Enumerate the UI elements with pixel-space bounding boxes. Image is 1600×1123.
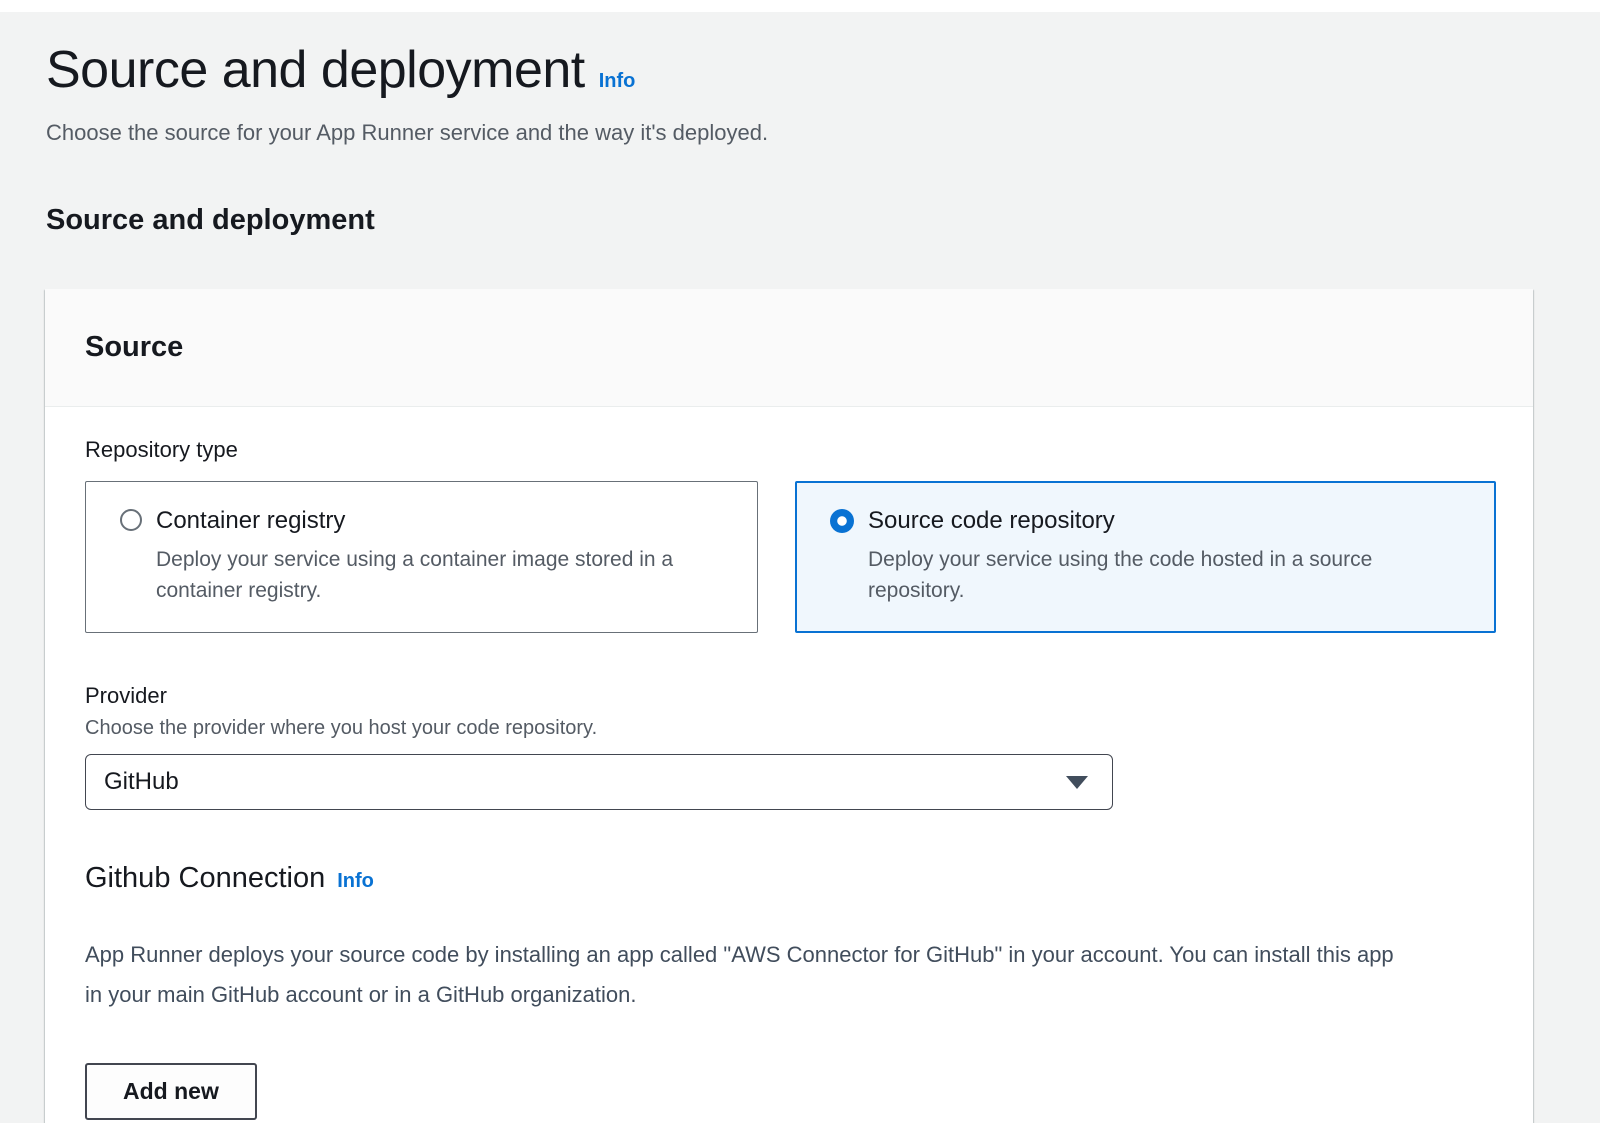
tile-container-registry-text: Container registry Deploy your service u… [156, 506, 716, 606]
page-info-link[interactable]: Info [599, 70, 636, 92]
tile-source-code-repository[interactable]: Source code repository Deploy your servi… [795, 481, 1496, 633]
page-title: Source and deployment [46, 41, 585, 99]
source-card-body: Repository type Container registry Deplo… [45, 407, 1533, 1123]
section-heading: Source and deployment [46, 204, 1533, 237]
source-card-header: Source [45, 289, 1533, 407]
page-subtitle: Choose the source for your App Runner se… [46, 118, 1533, 148]
page-title-row: Source and deployment Info [46, 40, 1533, 100]
content-area: Source and deployment Info Choose the sou… [0, 12, 1600, 1123]
add-new-button[interactable]: Add new [85, 1063, 257, 1120]
tile-source-code-repository-text: Source code repository Deploy your servi… [868, 506, 1428, 606]
github-connection-section: Github Connection Info App Runner deploys… [85, 862, 1493, 1120]
tile-description: Deploy your service using a container im… [156, 544, 716, 606]
tile-title: Source code repository [868, 506, 1428, 536]
radio-unselected-icon[interactable] [120, 509, 142, 531]
radio-selected-icon[interactable] [830, 509, 854, 533]
provider-select[interactable]: GitHub [85, 754, 1113, 810]
tile-title: Container registry [156, 506, 716, 536]
provider-select-value: GitHub [104, 768, 179, 796]
repository-type-label: Repository type [85, 437, 1493, 463]
provider-field: Provider Choose the provider where you h… [85, 683, 1493, 810]
tile-description: Deploy your service using the code hoste… [868, 544, 1428, 606]
github-connection-paragraph: App Runner deploys your source code by i… [85, 935, 1415, 1015]
provider-label: Provider [85, 683, 1493, 709]
github-connection-heading-row: Github Connection Info [85, 862, 1493, 895]
tile-container-registry[interactable]: Container registry Deploy your service u… [85, 481, 758, 633]
github-connection-heading: Github Connection [85, 862, 325, 894]
provider-description: Choose the provider where you host your … [85, 717, 1493, 740]
top-nav-edge [0, 0, 1600, 12]
chevron-down-icon [1066, 776, 1088, 789]
github-connection-info-link[interactable]: Info [337, 870, 374, 892]
source-card-title: Source [85, 331, 1493, 364]
source-card: Source Repository type Container registr… [45, 289, 1533, 1123]
repository-type-tiles: Container registry Deploy your service u… [85, 481, 1493, 633]
